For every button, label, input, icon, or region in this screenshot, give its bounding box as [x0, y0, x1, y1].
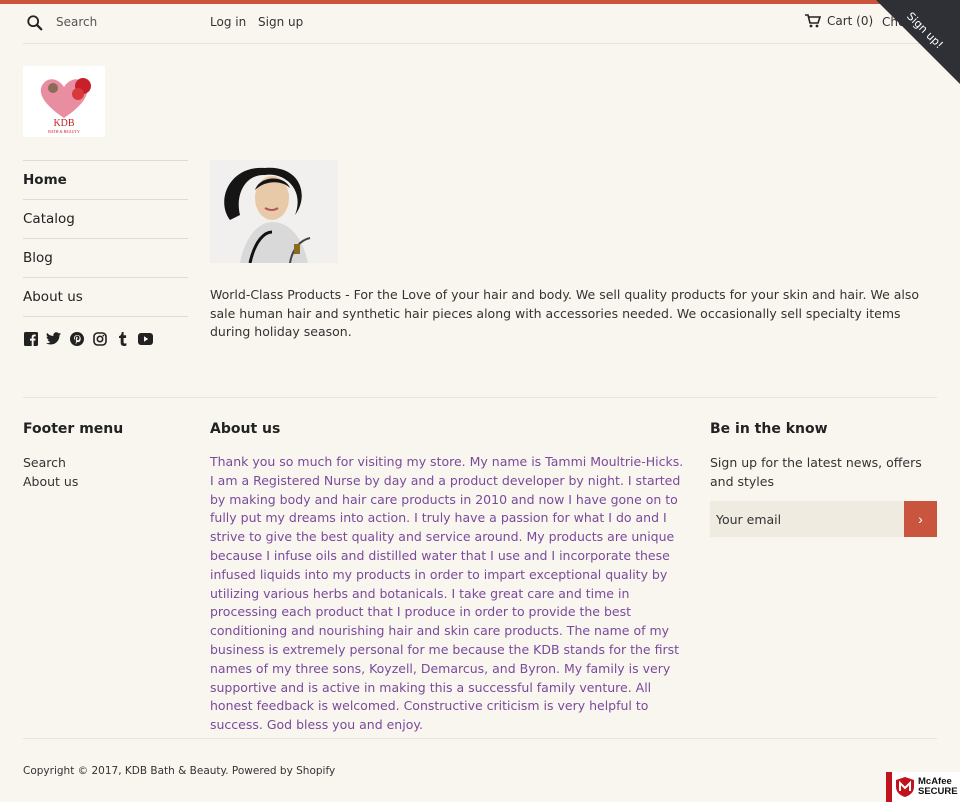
sidebar-item-label: Home — [23, 172, 67, 188]
logo-title: KDB — [53, 118, 74, 129]
newsletter-title: Be in the know — [710, 421, 828, 437]
newsletter-text: Sign up for the latest news, offers and … — [710, 455, 922, 489]
ribbon-background — [876, 0, 960, 84]
facebook-icon[interactable] — [23, 331, 38, 346]
copyright-text: Copyright © 2017, KDB Bath & Beauty. Pow… — [23, 765, 336, 777]
store-logo[interactable]: KDB BATH & BEAUTY — [23, 66, 105, 137]
mcafee-label: McAfee SECURE — [918, 777, 958, 797]
footer-divider — [23, 397, 937, 398]
sidebar-item-blog[interactable]: Blog — [23, 238, 188, 277]
search-input[interactable] — [56, 12, 206, 32]
sidebar-item-home[interactable]: Home — [23, 160, 188, 199]
sidebar-item-catalog[interactable]: Catalog — [23, 199, 188, 238]
youtube-icon[interactable] — [138, 331, 153, 346]
cart-link[interactable]: Cart (0) — [805, 14, 873, 28]
sidebar-item-label: About us — [23, 289, 83, 305]
store-description: World-Class Products - For the Love of y… — [210, 287, 920, 340]
logo-subtitle: BATH & BEAUTY — [48, 129, 80, 134]
signup-link[interactable]: Sign up — [258, 15, 303, 29]
about-title: About us — [210, 421, 281, 437]
login-link[interactable]: Log in — [210, 15, 246, 29]
signup-ribbon[interactable]: Sign up! — [876, 0, 960, 84]
email-input[interactable] — [710, 501, 904, 537]
social-links — [23, 331, 188, 346]
cart-label: Cart (0) — [827, 14, 874, 28]
copyright-divider — [23, 738, 937, 739]
mcafee-secure: SECURE — [918, 786, 958, 797]
footer-link-about-us[interactable]: About us — [23, 472, 78, 491]
sidebar-nav: Home Catalog Blog About us — [23, 160, 188, 346]
instagram-icon[interactable] — [92, 331, 107, 346]
cart-icon — [805, 14, 821, 28]
search-icon[interactable] — [26, 14, 44, 32]
subscribe-button[interactable]: › — [904, 501, 937, 537]
sidebar-item-label: Catalog — [23, 211, 75, 227]
footer-menu-title: Footer menu — [23, 421, 124, 437]
shield-icon — [896, 777, 914, 797]
site-header: Log in Sign up Cart (0) Che — [23, 4, 937, 44]
featured-portrait — [210, 160, 338, 263]
twitter-icon[interactable] — [46, 331, 61, 346]
footer-link-search[interactable]: Search — [23, 453, 78, 472]
featured-image[interactable] — [210, 160, 338, 263]
sidebar-item-label: Blog — [23, 250, 53, 266]
footer-menu: Search About us — [23, 453, 78, 491]
mcafee-secure-badge[interactable]: McAfee SECURE — [886, 772, 960, 802]
sidebar-divider — [23, 316, 188, 317]
logo-graphic: KDB BATH & BEAUTY — [40, 78, 91, 134]
about-text: Thank you so much for visiting my store.… — [210, 454, 684, 733]
pinterest-icon[interactable] — [69, 331, 84, 346]
tumblr-icon[interactable] — [115, 331, 130, 346]
sidebar-item-about-us[interactable]: About us — [23, 277, 188, 316]
